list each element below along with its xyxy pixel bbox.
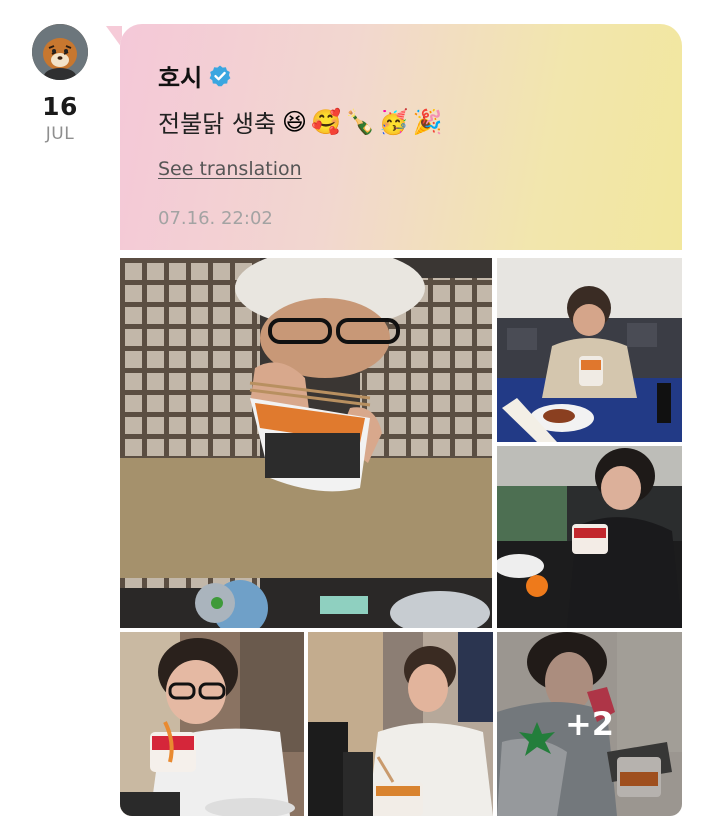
photo-3[interactable] [497, 446, 682, 628]
smiling-hearts-emoji: 🥰 [311, 107, 341, 136]
photo-5-image [308, 632, 493, 816]
post-card[interactable]: 호시 전불닭 생축 😆 🥰 🍾 🥳 🎉 See translation 07.1… [120, 24, 682, 816]
more-photos-count: +2 [497, 632, 682, 816]
artist-name[interactable]: 호시 [158, 58, 202, 93]
post-timestamp: 07.16. 22:02 [158, 208, 273, 229]
artist-avatar[interactable] [32, 24, 88, 80]
post-text: 전불닭 생축 [158, 110, 277, 138]
artist-name-row: 호시 [158, 58, 232, 93]
photo-4[interactable] [120, 632, 304, 816]
champagne-emoji: 🍾 [344, 107, 375, 136]
party-popper-emoji: 🎉 [412, 107, 443, 136]
photo-5[interactable] [308, 632, 493, 816]
post-day: 16 [42, 92, 78, 121]
photo-2[interactable] [497, 258, 682, 442]
photo-2-image [497, 258, 682, 442]
post-text-row: 전불닭 생축 😆 🥰 🍾 🥳 🎉 [158, 104, 443, 139]
see-translation-link[interactable]: See translation [158, 158, 302, 180]
post-header: 호시 전불닭 생축 😆 🥰 🍾 🥳 🎉 See translation 07.1… [120, 24, 682, 250]
photo-6-more[interactable]: +2 [497, 632, 682, 816]
post-month: JUL [45, 124, 75, 144]
photo-1[interactable] [120, 258, 492, 628]
tiger-avatar-image [32, 24, 88, 80]
photo-4-image [120, 632, 304, 816]
party-face-emoji: 🥳 [378, 107, 409, 136]
verified-badge-icon [209, 65, 231, 86]
laughing-emoji: 😆 [282, 107, 308, 136]
emoji-row: 😆 🥰 🍾 🥳 🎉 [282, 110, 443, 134]
photo-1-image [120, 258, 492, 628]
photo-3-image [497, 446, 682, 628]
